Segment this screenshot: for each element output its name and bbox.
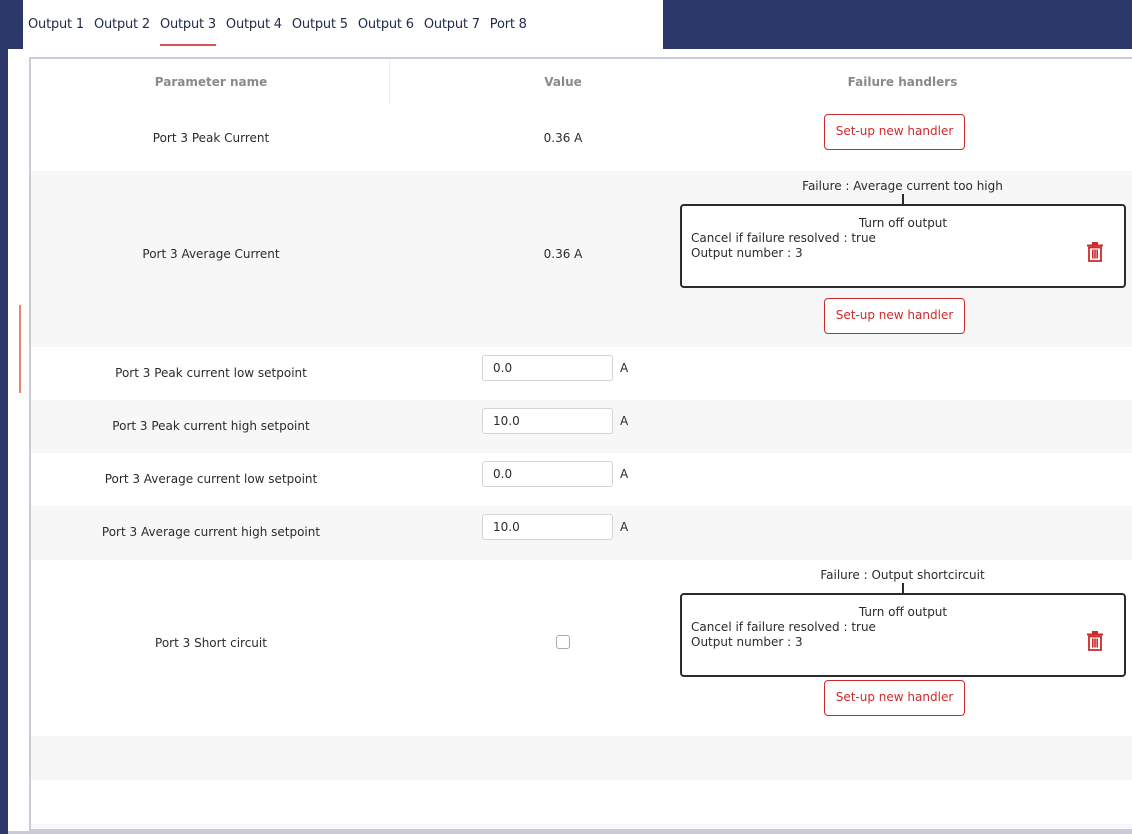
handler-action: Turn off output [858, 605, 948, 619]
tab-output-4[interactable]: Output 4 [221, 0, 287, 49]
parameter-name: Port 3 Peak current high setpoint [112, 419, 310, 433]
table-row-peak-low-setpoint: Port 3 Peak current low setpoint A [31, 347, 1132, 400]
tab-output-2[interactable]: Output 2 [89, 0, 155, 49]
parameter-value: 0.36 A [543, 247, 583, 261]
parameter-name: Port 3 Peak current low setpoint [115, 366, 307, 380]
parameter-name: Port 3 Short circuit [155, 636, 267, 650]
table-row-empty [31, 736, 1132, 780]
setup-handler-button[interactable]: Set-up new handler [824, 114, 965, 150]
handler-connector [902, 583, 904, 593]
parameter-name: Port 3 Average Current [142, 247, 280, 261]
tab-output-3[interactable]: Output 3 [155, 0, 221, 49]
tab-output-6[interactable]: Output 6 [353, 0, 419, 49]
setpoint-input[interactable] [482, 355, 613, 381]
trash-icon[interactable] [1086, 631, 1104, 651]
table-row-empty [31, 780, 1132, 824]
handler-cancel-setting: Cancel if failure resolved : true [691, 231, 876, 245]
table-row-short-circuit: Port 3 Short circuit Failure : Output sh… [31, 560, 1132, 736]
tab-output-1[interactable]: Output 1 [23, 0, 89, 49]
tab-port-8[interactable]: Port 8 [485, 0, 532, 49]
left-accent-marker [19, 305, 21, 393]
tab-output-5[interactable]: Output 5 [287, 0, 353, 49]
table-row-peak-high-setpoint: Port 3 Peak current high setpoint A [31, 400, 1132, 453]
unit-label: A [620, 414, 629, 428]
parameters-table: Parameter name Value Failure handlers Po… [29, 57, 1132, 831]
column-header-name: Parameter name [154, 75, 268, 89]
failure-handler-card: Turn off output Cancel if failure resolv… [680, 204, 1126, 288]
handler-cancel-setting: Cancel if failure resolved : true [691, 620, 876, 634]
table-row-peak-current: Port 3 Peak Current 0.36 A Set-up new ha… [31, 105, 1132, 171]
failure-title: Failure : Average current too high [802, 179, 1003, 193]
unit-label: A [620, 467, 629, 481]
handler-connector [902, 194, 904, 204]
setpoint-input[interactable] [482, 514, 613, 540]
column-header-handlers: Failure handlers [847, 75, 958, 89]
handler-output-number: Output number : 3 [691, 246, 803, 260]
unit-label: A [620, 520, 629, 534]
tab-output-7[interactable]: Output 7 [419, 0, 485, 49]
failure-handler-card: Turn off output Cancel if failure resolv… [680, 593, 1126, 677]
parameter-name: Port 3 Average current low setpoint [104, 472, 318, 486]
parameter-name: Port 3 Average current high setpoint [101, 525, 321, 539]
handler-action: Turn off output [858, 216, 948, 230]
handler-output-number: Output number : 3 [691, 635, 803, 649]
unit-label: A [620, 361, 629, 375]
setup-handler-button[interactable]: Set-up new handler [824, 680, 965, 716]
table-row-average-current: Port 3 Average Current 0.36 A Failure : … [31, 171, 1132, 347]
table-header: Parameter name Value Failure handlers [31, 59, 1132, 105]
parameter-name: Port 3 Peak Current [152, 131, 270, 145]
short-circuit-checkbox[interactable] [556, 635, 570, 649]
content-gutter [8, 49, 29, 834]
column-header-value: Value [544, 75, 582, 89]
parameter-value: 0.36 A [543, 131, 583, 145]
output-tabs: Output 1 Output 2 Output 3 Output 4 Outp… [23, 0, 663, 49]
trash-icon[interactable] [1086, 242, 1104, 262]
table-row-average-high-setpoint: Port 3 Average current high setpoint A [31, 506, 1132, 560]
setup-handler-button[interactable]: Set-up new handler [824, 298, 965, 334]
left-nav-strip [0, 0, 8, 834]
table-row-average-low-setpoint: Port 3 Average current low setpoint A [31, 453, 1132, 506]
setpoint-input[interactable] [482, 408, 613, 434]
column-divider [389, 59, 390, 105]
setpoint-input[interactable] [482, 461, 613, 487]
table-row-empty [31, 824, 1132, 829]
failure-title: Failure : Output shortcircuit [820, 568, 985, 582]
